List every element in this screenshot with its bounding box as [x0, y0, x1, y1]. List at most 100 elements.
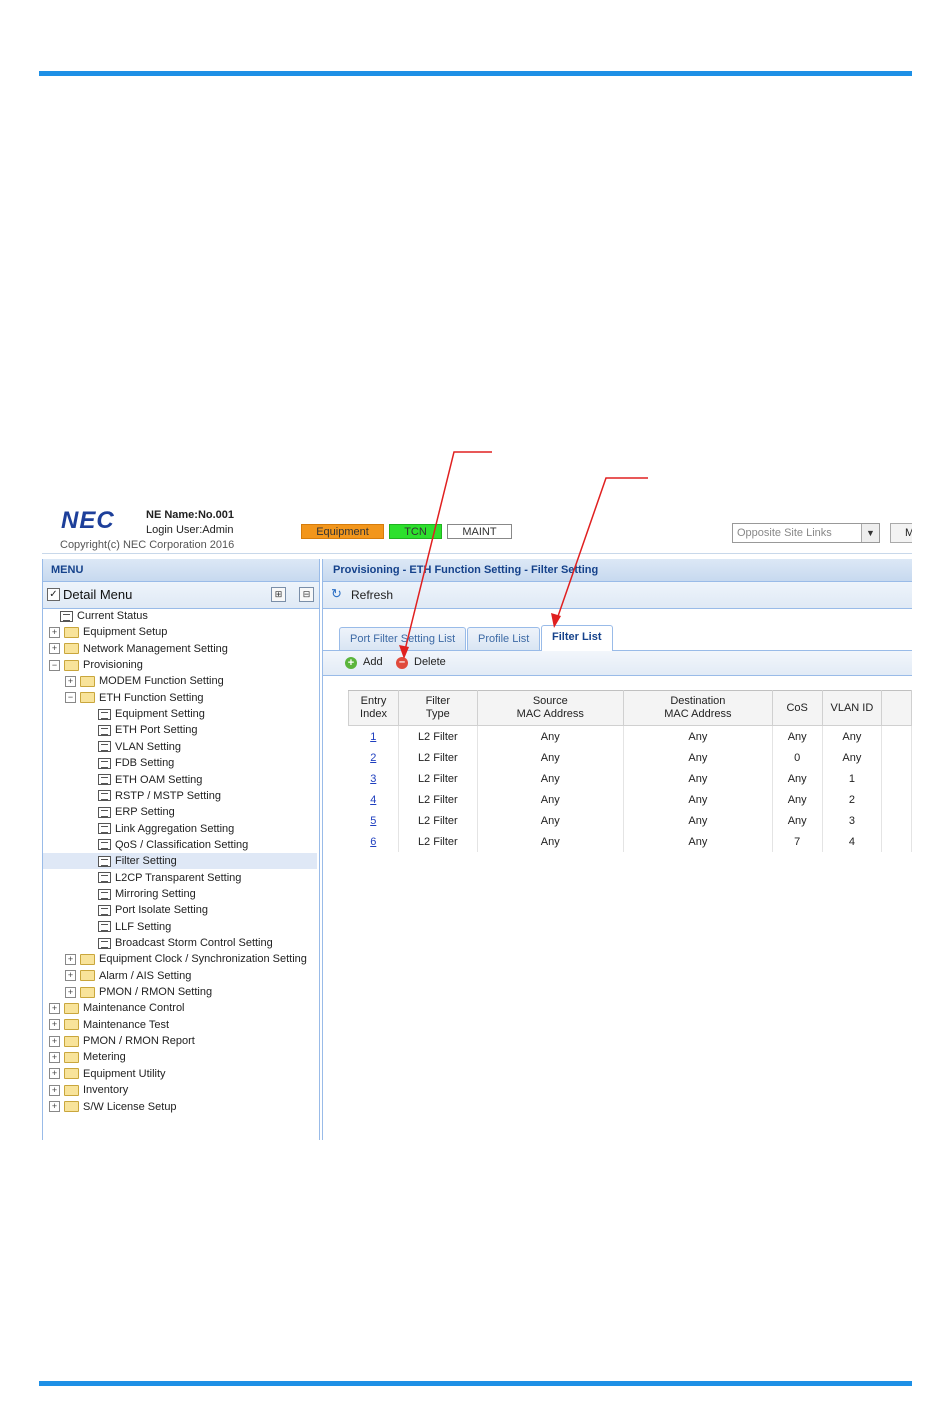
- tree-item[interactable]: + Inventory: [43, 1082, 128, 1098]
- document-icon: [98, 839, 111, 851]
- expand-icon[interactable]: +: [65, 986, 76, 998]
- column-header-more[interactable]: [881, 690, 912, 726]
- expand-icon[interactable]: +: [65, 675, 76, 687]
- entry-index-cell[interactable]: 4: [348, 789, 399, 810]
- column-header-destination-mac[interactable]: Destination MAC Address: [622, 690, 773, 726]
- table-header-row: Entry Index Filter Type Source MAC Address …: [348, 690, 912, 726]
- entry-index-cell[interactable]: 5: [348, 810, 399, 831]
- entry-index-cell[interactable]: 3: [348, 768, 399, 789]
- table-row[interactable]: 3 L2 Filter Any Any Any 1: [348, 768, 912, 789]
- document-icon: [98, 823, 111, 835]
- table-row[interactable]: 6 L2 Filter Any Any 7 4: [348, 831, 912, 852]
- column-header-entry-index[interactable]: Entry Index: [348, 690, 399, 726]
- entry-index-cell[interactable]: 6: [348, 831, 399, 852]
- tree-item[interactable]: ETH Port Setting: [43, 722, 198, 738]
- tree-item[interactable]: + Equipment Setup: [43, 624, 167, 640]
- entry-index-link[interactable]: 1: [370, 731, 376, 743]
- chevron-down-icon[interactable]: ▼: [861, 524, 879, 542]
- tree-item[interactable]: Link Aggregation Setting: [43, 821, 234, 837]
- entry-index-cell[interactable]: 1: [348, 725, 399, 747]
- collapse-all-icon[interactable]: ⊟: [299, 587, 314, 602]
- tree-item[interactable]: Broadcast Storm Control Setting: [43, 935, 273, 951]
- document-icon: [98, 904, 111, 916]
- extra-cell: [881, 768, 912, 789]
- header-line: Type: [425, 708, 450, 720]
- expand-icon[interactable]: +: [49, 1101, 60, 1113]
- tree-item[interactable]: + Network Management Setting: [43, 641, 228, 657]
- cos-cell: Any: [772, 810, 823, 831]
- delete-icon[interactable]: –: [396, 657, 408, 669]
- filter-type-cell: L2 Filter: [398, 747, 478, 768]
- tree-item[interactable]: + MODEM Function Setting: [43, 673, 224, 689]
- table-row[interactable]: 2 L2 Filter Any Any 0 Any: [348, 747, 912, 768]
- tree-item[interactable]: ERP Setting: [43, 804, 175, 820]
- column-header-vlan-id[interactable]: VLAN ID: [821, 690, 883, 726]
- tree-item[interactable]: Filter Setting: [43, 853, 317, 870]
- expand-icon[interactable]: +: [65, 970, 76, 982]
- tree-item[interactable]: + Equipment Clock / Synchronization Setti…: [43, 951, 307, 967]
- tree-item[interactable]: + Maintenance Control: [43, 1000, 185, 1016]
- tab-filter-list[interactable]: Filter List: [541, 625, 613, 651]
- collapse-icon[interactable]: −: [65, 692, 76, 704]
- opposite-site-links-select[interactable]: Opposite Site Links ▼: [732, 523, 880, 543]
- tree-item[interactable]: Current Status: [43, 608, 148, 624]
- document-icon: [98, 872, 111, 884]
- expand-icon[interactable]: +: [49, 1035, 60, 1047]
- expand-icon[interactable]: +: [49, 1068, 60, 1080]
- entry-index-link[interactable]: 5: [370, 815, 376, 827]
- tree-item[interactable]: Equipment Setting: [43, 706, 205, 722]
- table-row[interactable]: 1 L2 Filter Any Any Any Any: [348, 725, 912, 747]
- tree-item[interactable]: + Metering: [43, 1049, 126, 1065]
- collapse-icon[interactable]: −: [49, 659, 60, 671]
- expand-all-icon[interactable]: ⊞: [271, 587, 286, 602]
- status-equipment[interactable]: Equipment: [301, 524, 384, 539]
- expand-icon[interactable]: +: [49, 1052, 60, 1064]
- expand-icon[interactable]: +: [49, 1002, 60, 1014]
- tree-item[interactable]: + PMON / RMON Report: [43, 1033, 195, 1049]
- column-header-cos[interactable]: CoS: [771, 690, 823, 726]
- add-icon[interactable]: +: [345, 657, 357, 669]
- tree-item[interactable]: + S/W License Setup: [43, 1099, 177, 1115]
- tree-item[interactable]: L2CP Transparent Setting: [43, 870, 241, 886]
- expand-icon[interactable]: +: [49, 643, 60, 655]
- column-header-source-mac[interactable]: Source MAC Address: [476, 690, 624, 726]
- tree-item[interactable]: FDB Setting: [43, 755, 174, 771]
- tab-profile-list[interactable]: Profile List: [467, 627, 541, 650]
- tab-port-filter-setting-list[interactable]: Port Filter Setting List: [339, 627, 467, 650]
- table-row[interactable]: 4 L2 Filter Any Any Any 2: [348, 789, 912, 810]
- tree-item[interactable]: RSTP / MSTP Setting: [43, 788, 221, 804]
- entry-index-link[interactable]: 2: [370, 752, 376, 764]
- refresh-button[interactable]: Refresh: [351, 588, 393, 602]
- expand-icon[interactable]: +: [49, 626, 60, 638]
- table-row[interactable]: 5 L2 Filter Any Any Any 3: [348, 810, 912, 831]
- status-tcn[interactable]: TCN: [389, 524, 442, 539]
- tree-item[interactable]: − Provisioning: [43, 657, 143, 673]
- delete-button[interactable]: Delete: [414, 656, 446, 668]
- folder-icon: [64, 1035, 79, 1047]
- detail-menu-checkbox[interactable]: ✓: [47, 588, 60, 601]
- entry-index-cell[interactable]: 2: [348, 747, 399, 768]
- entry-index-link[interactable]: 3: [370, 773, 376, 785]
- tree-item[interactable]: + Equipment Utility: [43, 1066, 166, 1082]
- status-maint[interactable]: MAINT: [447, 524, 512, 539]
- tree-item[interactable]: + Maintenance Test: [43, 1017, 169, 1033]
- tree-item[interactable]: − ETH Function Setting: [43, 690, 204, 706]
- tree-item[interactable]: + PMON / RMON Setting: [43, 984, 212, 1000]
- tree-item[interactable]: VLAN Setting: [43, 739, 181, 755]
- tree-item[interactable]: QoS / Classification Setting: [43, 837, 248, 853]
- expand-icon[interactable]: +: [65, 953, 76, 965]
- tree-item[interactable]: ETH OAM Setting: [43, 772, 202, 788]
- extra-button[interactable]: M: [890, 523, 912, 543]
- entry-index-link[interactable]: 4: [370, 794, 376, 806]
- add-button[interactable]: Add: [363, 656, 383, 668]
- tree-item[interactable]: Port Isolate Setting: [43, 902, 208, 918]
- entry-index-link[interactable]: 6: [370, 836, 376, 848]
- refresh-icon[interactable]: ↻: [331, 587, 345, 601]
- expand-icon[interactable]: +: [49, 1019, 60, 1031]
- tree-item[interactable]: LLF Setting: [43, 919, 171, 935]
- tree-item[interactable]: + Alarm / AIS Setting: [43, 968, 191, 984]
- tree-item[interactable]: Mirroring Setting: [43, 886, 196, 902]
- expand-icon[interactable]: +: [49, 1084, 60, 1096]
- document-icon: [98, 806, 111, 818]
- column-header-filter-type[interactable]: Filter Type: [398, 690, 478, 726]
